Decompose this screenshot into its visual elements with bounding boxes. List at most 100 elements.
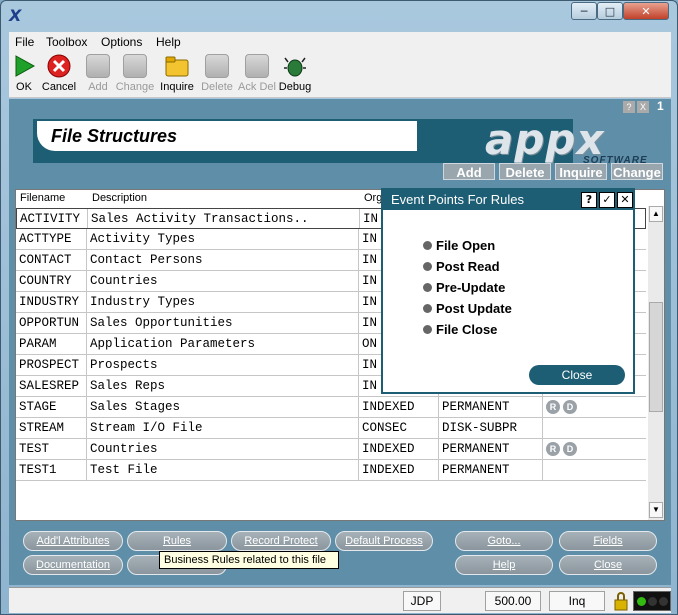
event-post-read[interactable]: Post Read xyxy=(423,259,500,274)
dialog-close-button[interactable]: Close xyxy=(529,365,625,385)
column-divider xyxy=(86,397,87,417)
panel-help-icon[interactable]: ? xyxy=(623,101,635,113)
col-description: Description xyxy=(92,192,148,204)
app-window: X ─ □ ✕ File Toolbox Options Help OK Can… xyxy=(0,0,678,615)
event-label: File Open xyxy=(436,238,496,253)
column-divider xyxy=(86,313,87,333)
column-divider xyxy=(358,418,359,438)
column-divider xyxy=(542,397,543,417)
toolbar: OK Cancel Add Change Inquire Delete Ack … xyxy=(9,52,671,98)
event-label: File Close xyxy=(436,322,498,337)
column-divider xyxy=(438,418,439,438)
cell-filename: STREAM xyxy=(19,421,65,435)
column-divider xyxy=(358,229,359,249)
column-divider xyxy=(86,250,87,270)
default-process-button[interactable]: Default Process xyxy=(335,531,433,551)
cell-description: Countries xyxy=(90,442,158,456)
debug-label: Debug xyxy=(278,81,312,93)
debug-bug-icon xyxy=(284,57,306,77)
event-label: Post Update xyxy=(436,301,512,316)
add-label: Add xyxy=(88,81,108,93)
status-version: 500.00 xyxy=(485,591,541,611)
ack-del-button[interactable]: Ack Del xyxy=(237,54,277,96)
event-pre-update[interactable]: Pre-Update xyxy=(423,280,505,295)
scroll-up-icon[interactable]: ▲ xyxy=(649,206,663,222)
cell-type: PERMANENT xyxy=(442,463,510,477)
cell-filename: ACTTYPE xyxy=(19,232,72,246)
dialog-close-icon[interactable]: ✕ xyxy=(617,192,633,208)
column-divider xyxy=(358,250,359,270)
top-change-button[interactable]: Change xyxy=(611,163,663,180)
cell-type: PERMANENT xyxy=(442,442,510,456)
cell-filename: PARAM xyxy=(19,337,57,351)
debug-button[interactable]: Debug xyxy=(277,54,313,96)
rules-button[interactable]: Rules xyxy=(127,531,227,551)
menu-options[interactable]: Options xyxy=(101,35,142,49)
d-icon[interactable]: D xyxy=(563,442,577,456)
table-row[interactable]: STAGE Sales Stages INDEXED PERMANENT R D xyxy=(16,397,646,418)
ok-button[interactable]: OK xyxy=(11,54,37,96)
top-delete-button[interactable]: Delete xyxy=(499,163,551,180)
cell-filename: INDUSTRY xyxy=(19,295,80,309)
panel-close-icon[interactable]: X xyxy=(637,101,649,113)
event-points-dialog: Event Points For Rules ? ✓ ✕ File Open P… xyxy=(381,188,635,394)
r-icon[interactable]: R xyxy=(546,442,560,456)
delete-button[interactable]: Delete xyxy=(199,54,235,96)
addl-attributes-button[interactable]: Add'l Attributes xyxy=(23,531,123,551)
cell-org: CONSEC xyxy=(362,421,408,435)
top-add-button[interactable]: Add xyxy=(443,163,495,180)
top-inquire-button[interactable]: Inquire xyxy=(555,163,607,180)
dialog-title-bar: Event Points For Rules ? ✓ ✕ xyxy=(383,190,633,210)
column-divider xyxy=(358,439,359,459)
close-window-button[interactable]: ✕ xyxy=(623,2,669,20)
column-divider xyxy=(87,209,88,228)
cell-description: Industry Types xyxy=(90,295,196,309)
cancel-button[interactable]: Cancel xyxy=(41,54,77,96)
dialog-ok-icon[interactable]: ✓ xyxy=(599,192,615,208)
fields-button[interactable]: Fields xyxy=(559,531,657,551)
bullet-icon xyxy=(423,262,432,271)
event-file-close[interactable]: File Close xyxy=(423,322,497,337)
maximize-button[interactable]: □ xyxy=(597,2,623,20)
status-bar: JDP 500.00 Inq xyxy=(9,587,671,613)
record-protect-button[interactable]: Record Protect xyxy=(231,531,331,551)
table-row[interactable]: STREAM Stream I/O File CONSEC DISK-SUBPR xyxy=(16,418,646,439)
change-button[interactable]: Change xyxy=(115,54,155,96)
table-row[interactable]: TEST1 Test File INDEXED PERMANENT xyxy=(16,460,646,481)
cancel-icon xyxy=(47,54,71,78)
close-button[interactable]: Close xyxy=(559,555,657,575)
d-icon[interactable]: D xyxy=(563,400,577,414)
scroll-thumb[interactable] xyxy=(649,302,663,412)
cell-type: PERMANENT xyxy=(442,400,510,414)
vertical-scrollbar[interactable]: ▲ ▼ xyxy=(648,206,664,520)
event-file-open[interactable]: File Open xyxy=(423,238,495,253)
scroll-down-icon[interactable]: ▼ xyxy=(649,502,663,518)
menu-file[interactable]: File xyxy=(15,35,34,49)
cell-filename: TEST xyxy=(19,442,50,456)
goto-button[interactable]: Goto... xyxy=(455,531,553,551)
documentation-button[interactable]: Documentation xyxy=(23,555,123,575)
cell-filename: STAGE xyxy=(19,400,57,414)
title-bar[interactable]: X ─ □ ✕ xyxy=(1,1,677,31)
column-divider xyxy=(358,355,359,375)
cell-type: DISK-SUBPR xyxy=(442,421,518,435)
minimize-button[interactable]: ─ xyxy=(571,2,597,20)
status-user: JDP xyxy=(403,591,441,611)
column-divider xyxy=(359,209,360,228)
menu-help[interactable]: Help xyxy=(156,35,181,49)
inquire-button[interactable]: Inquire xyxy=(157,54,197,96)
column-divider xyxy=(86,229,87,249)
menu-toolbox[interactable]: Toolbox xyxy=(46,35,87,49)
column-divider xyxy=(358,271,359,291)
r-icon[interactable]: R xyxy=(546,400,560,414)
table-row[interactable]: TEST Countries INDEXED PERMANENT R D xyxy=(16,439,646,460)
column-divider xyxy=(542,439,543,459)
column-divider xyxy=(86,376,87,396)
cell-filename: PROSPECT xyxy=(19,358,80,372)
help-button[interactable]: Help xyxy=(455,555,553,575)
cell-description: Test File xyxy=(90,463,158,477)
dialog-help-icon[interactable]: ? xyxy=(581,192,597,208)
add-button[interactable]: Add xyxy=(83,54,113,96)
event-post-update[interactable]: Post Update xyxy=(423,301,512,316)
cell-filename: COUNTRY xyxy=(19,274,72,288)
